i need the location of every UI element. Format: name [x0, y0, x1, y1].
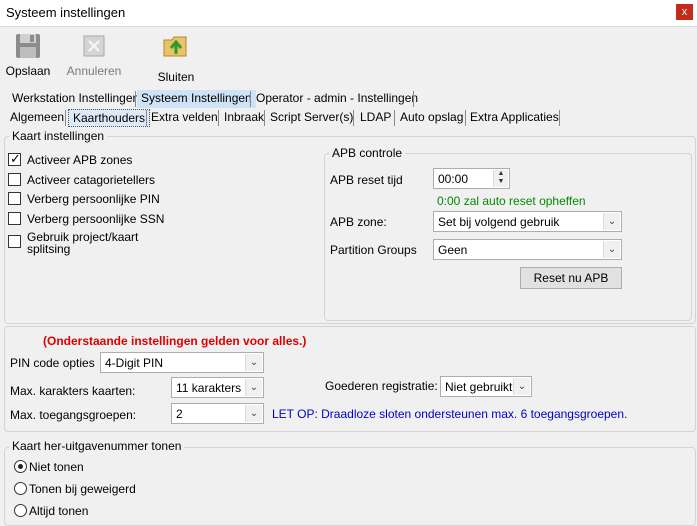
tab-separator	[135, 91, 136, 107]
spin-up-icon[interactable]: ▲	[494, 170, 508, 178]
cancel-x-icon	[83, 35, 105, 57]
card-settings-title: Kaart instellingen	[9, 129, 108, 143]
max-characters-value: 11 karakters	[176, 381, 242, 395]
apb-zone-select[interactable]: Set bij volgend gebruik ⌄	[433, 211, 622, 232]
general-notice: (Onderstaande instellingen gelden voor a…	[43, 334, 307, 348]
subtab-extra-applicaties[interactable]: Extra Applicaties	[466, 109, 563, 127]
partition-groups-select[interactable]: Geen ⌄	[433, 239, 622, 260]
goods-registration-value: Niet gebruikt	[445, 380, 513, 394]
chevron-down-icon: ⌄	[245, 405, 262, 422]
subtab-script-servers[interactable]: Script Server(s)	[266, 109, 357, 127]
folder-arrow-icon	[163, 36, 187, 57]
hide-pin-label: Verberg persoonlijke PIN	[27, 192, 160, 206]
chevron-down-icon: ⌄	[245, 354, 262, 371]
goods-registration-select[interactable]: Niet gebruikt ⌄	[440, 376, 532, 397]
tab-separator	[353, 110, 354, 126]
goods-registration-label: Goederen registratie:	[325, 379, 438, 393]
apb-zones-label: Activeer APB zones	[27, 153, 133, 167]
floppy-disk-icon	[16, 34, 40, 58]
max-characters-label: Max. karakters kaarten:	[10, 384, 136, 398]
close-window-button[interactable]: x	[676, 4, 693, 20]
hide-ssn-checkbox[interactable]	[8, 212, 21, 225]
apb-zones-checkbox[interactable]	[8, 151, 21, 167]
cancel-button[interactable]: Annuleren	[62, 32, 126, 82]
tab-separator	[264, 110, 265, 126]
subtab-kaarthouders[interactable]: Kaarthouders	[68, 109, 151, 127]
hide-ssn-label: Verberg persoonlijke SSN	[27, 212, 165, 226]
title-bar: Systeem instellingen x	[0, 0, 697, 26]
subtab-inbraak[interactable]: Inbraak	[220, 109, 268, 127]
subtab-extra-velden[interactable]: Extra velden	[147, 109, 222, 127]
category-counters-checkbox[interactable]	[8, 173, 21, 186]
window-title: Systeem instellingen	[6, 5, 126, 20]
max-access-groups-value: 2	[176, 407, 183, 421]
tab-separator	[218, 110, 219, 126]
tab-separator	[413, 91, 414, 107]
tab-separator	[250, 91, 251, 107]
project-card-split-label-line2: splitsing	[27, 242, 71, 256]
max-access-groups-label: Max. toegangsgroepen:	[10, 408, 137, 422]
chevron-down-icon: ⌄	[603, 241, 620, 258]
max-characters-select[interactable]: 11 karakters ⌄	[171, 377, 264, 398]
subtab-algemeen[interactable]: Algemeen	[6, 109, 68, 127]
chevron-down-icon: ⌄	[245, 379, 262, 396]
tab-separator	[65, 110, 66, 126]
spin-down-icon[interactable]: ▼	[494, 178, 508, 186]
cancel-label: Annuleren	[66, 64, 122, 78]
pin-options-select[interactable]: 4-Digit PIN ⌄	[100, 352, 264, 373]
reset-apb-button[interactable]: Reset nu APB	[520, 267, 622, 289]
reissue-title: Kaart her-uitgavenummer tonen	[9, 439, 185, 453]
apb-reset-hint: 0:00 zal auto reset opheffen	[437, 194, 586, 208]
chevron-down-icon: ⌄	[513, 378, 530, 395]
tab-werkstation[interactable]: Werkstation Instellingen	[8, 90, 143, 108]
category-counters-label: Activeer catagorietellers	[27, 173, 156, 187]
chevron-down-icon: ⌄	[603, 213, 620, 230]
reissue-label-altijd: Altijd tonen	[29, 504, 89, 518]
tab-separator	[394, 110, 395, 126]
apb-reset-time-label: APB reset tijd	[330, 173, 403, 187]
title-separator	[0, 26, 697, 27]
subtab-auto-opslag[interactable]: Auto opslag	[396, 109, 467, 127]
pin-options-value: 4-Digit PIN	[105, 356, 164, 370]
reissue-radio-geweigerd[interactable]	[14, 482, 27, 495]
pin-options-label: PIN code opties	[10, 356, 95, 370]
reissue-radio-niet-tonen[interactable]	[14, 460, 27, 473]
wireless-locks-note: LET OP: Draadloze sloten ondersteunen ma…	[272, 407, 628, 421]
partition-groups-value: Geen	[438, 243, 468, 257]
close-button[interactable]: Sluiten	[152, 32, 200, 84]
hide-pin-checkbox[interactable]	[8, 192, 21, 205]
subtab-ldap[interactable]: LDAP	[356, 109, 395, 127]
tab-operator[interactable]: Operator - admin - Instellingen	[252, 90, 422, 108]
apb-control-title: APB controle	[329, 146, 406, 160]
project-card-split-checkbox[interactable]	[8, 235, 21, 248]
apb-zone-value: Set bij volgend gebruik	[438, 215, 560, 229]
tab-separator	[559, 110, 560, 126]
spinner-arrows[interactable]: ▲ ▼	[493, 170, 508, 187]
reissue-label-niet-tonen: Niet tonen	[29, 460, 84, 474]
save-button[interactable]: Opslaan	[4, 32, 52, 82]
partition-groups-label: Partition Groups	[330, 243, 417, 257]
reissue-radio-altijd[interactable]	[14, 504, 27, 517]
tab-systeem[interactable]: Systeem Instellingen	[137, 90, 256, 108]
apb-zone-label: APB zone:	[330, 215, 387, 229]
apb-reset-time-spinner[interactable]: 00:00 ▲ ▼	[433, 168, 510, 189]
apb-reset-time-value: 00:00	[438, 172, 469, 186]
max-access-groups-select[interactable]: 2 ⌄	[171, 403, 264, 424]
close-label: Sluiten	[157, 70, 195, 84]
reissue-label-geweigerd: Tonen bij geweigerd	[29, 482, 136, 496]
save-label: Opslaan	[5, 64, 51, 78]
